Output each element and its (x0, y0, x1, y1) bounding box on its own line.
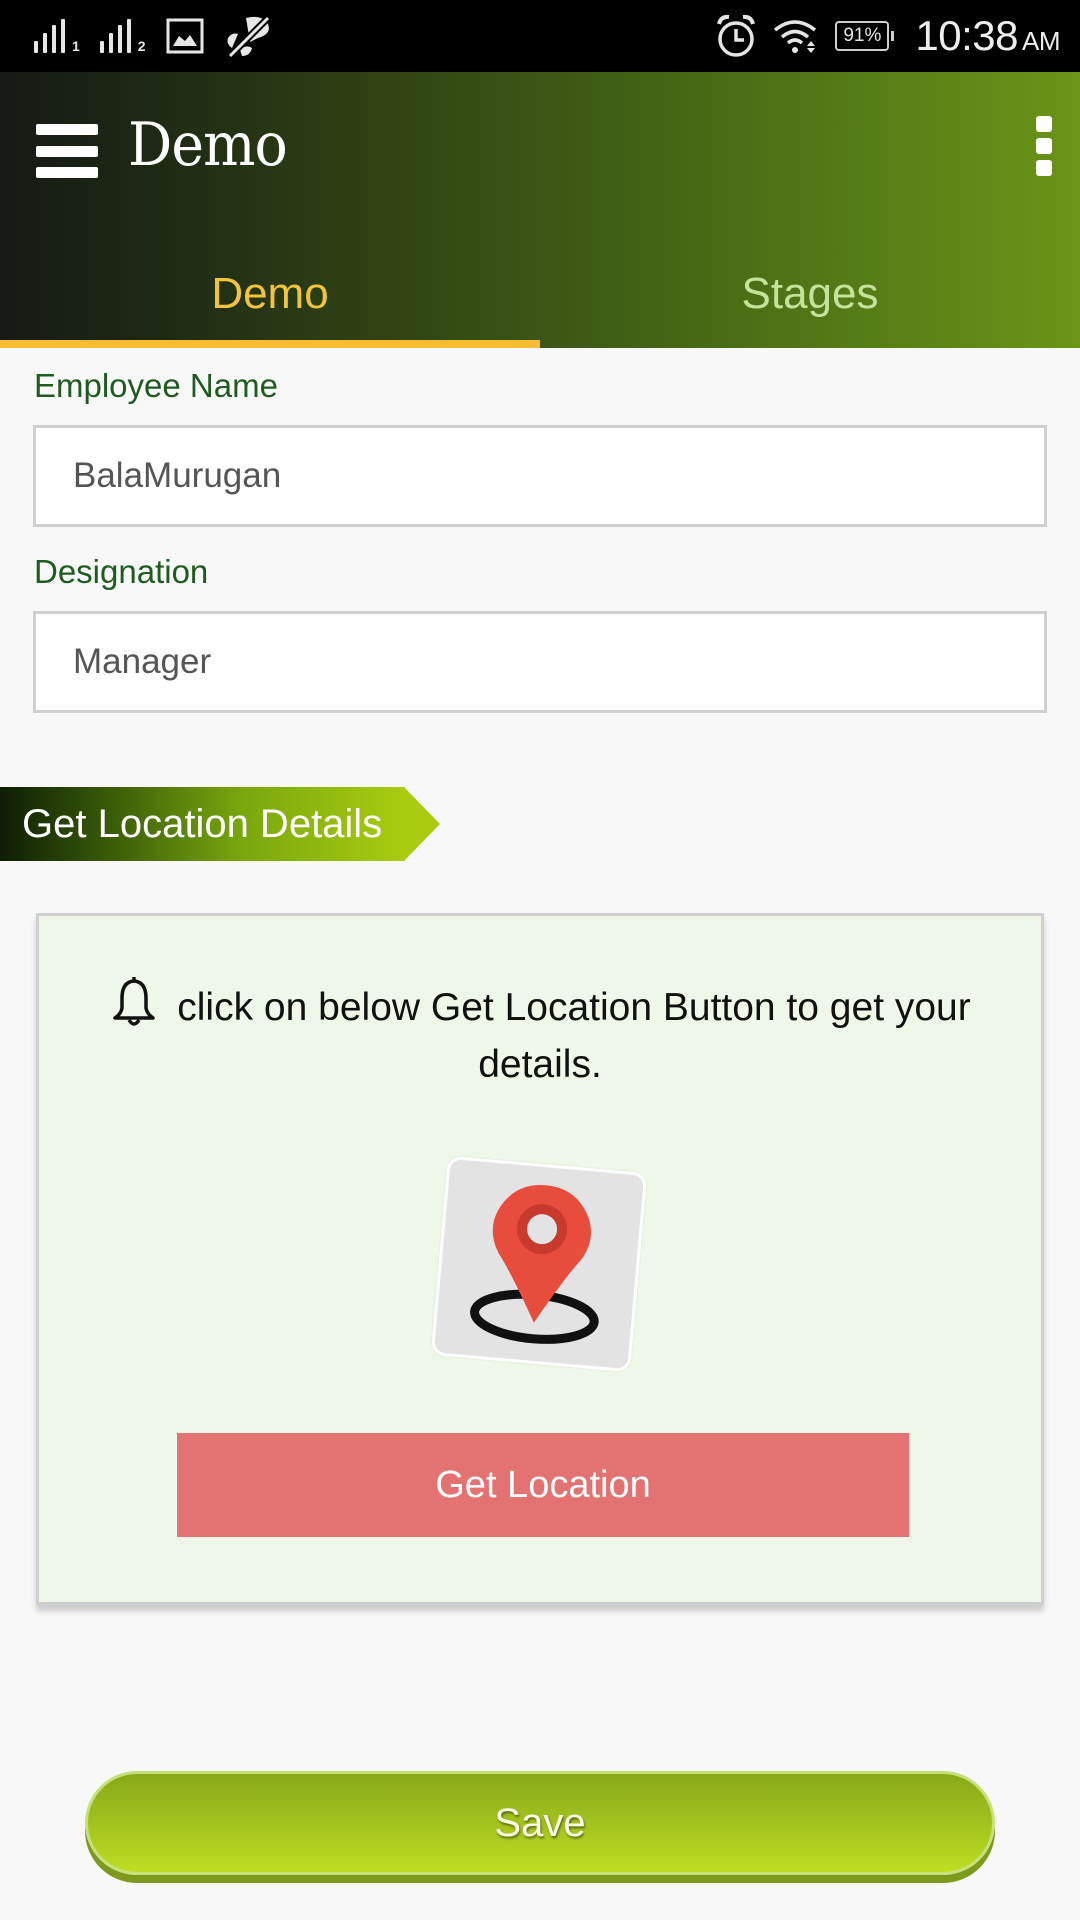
tab-demo[interactable]: Demo (0, 250, 540, 348)
employee-name-label: Employee Name (34, 367, 278, 404)
tab-bar: Demo Stages (0, 250, 1080, 348)
section-title: Get Location Details (22, 802, 383, 846)
bell-icon (113, 977, 156, 1026)
notice-message: click on below Get Location Button to ge… (99, 974, 981, 1093)
wifi-icon (774, 20, 817, 53)
location-card: click on below Get Location Button to ge… (36, 913, 1044, 1605)
section-banner: Get Location Details (0, 787, 440, 861)
designation-label: Designation (34, 553, 209, 590)
hamburger-icon[interactable] (36, 124, 98, 178)
battery-icon: 91% (835, 21, 895, 51)
image-icon (166, 18, 204, 54)
alarm-icon (717, 14, 756, 57)
app-title: Demo (128, 110, 288, 180)
signal-sim2-icon: 2 (99, 19, 146, 53)
signal-sim1-icon: 1 (34, 19, 80, 53)
map-pin-icon (430, 1155, 648, 1373)
employee-name-input[interactable] (33, 425, 1047, 527)
designation-input[interactable] (33, 611, 1047, 713)
app-bar: Demo Demo Stages (0, 72, 1080, 348)
mute-off-icon (227, 15, 271, 58)
more-vert-icon[interactable] (1036, 116, 1056, 176)
notice-text: click on below Get Location Button to ge… (177, 986, 971, 1086)
status-bar: 1 2 91% 10:38 AM (0, 0, 1080, 72)
get-location-button[interactable]: Get Location (177, 1433, 909, 1537)
tab-stages[interactable]: Stages (540, 250, 1080, 348)
save-button[interactable]: Save (85, 1771, 995, 1875)
clock: 10:38 AM (915, 12, 1060, 59)
